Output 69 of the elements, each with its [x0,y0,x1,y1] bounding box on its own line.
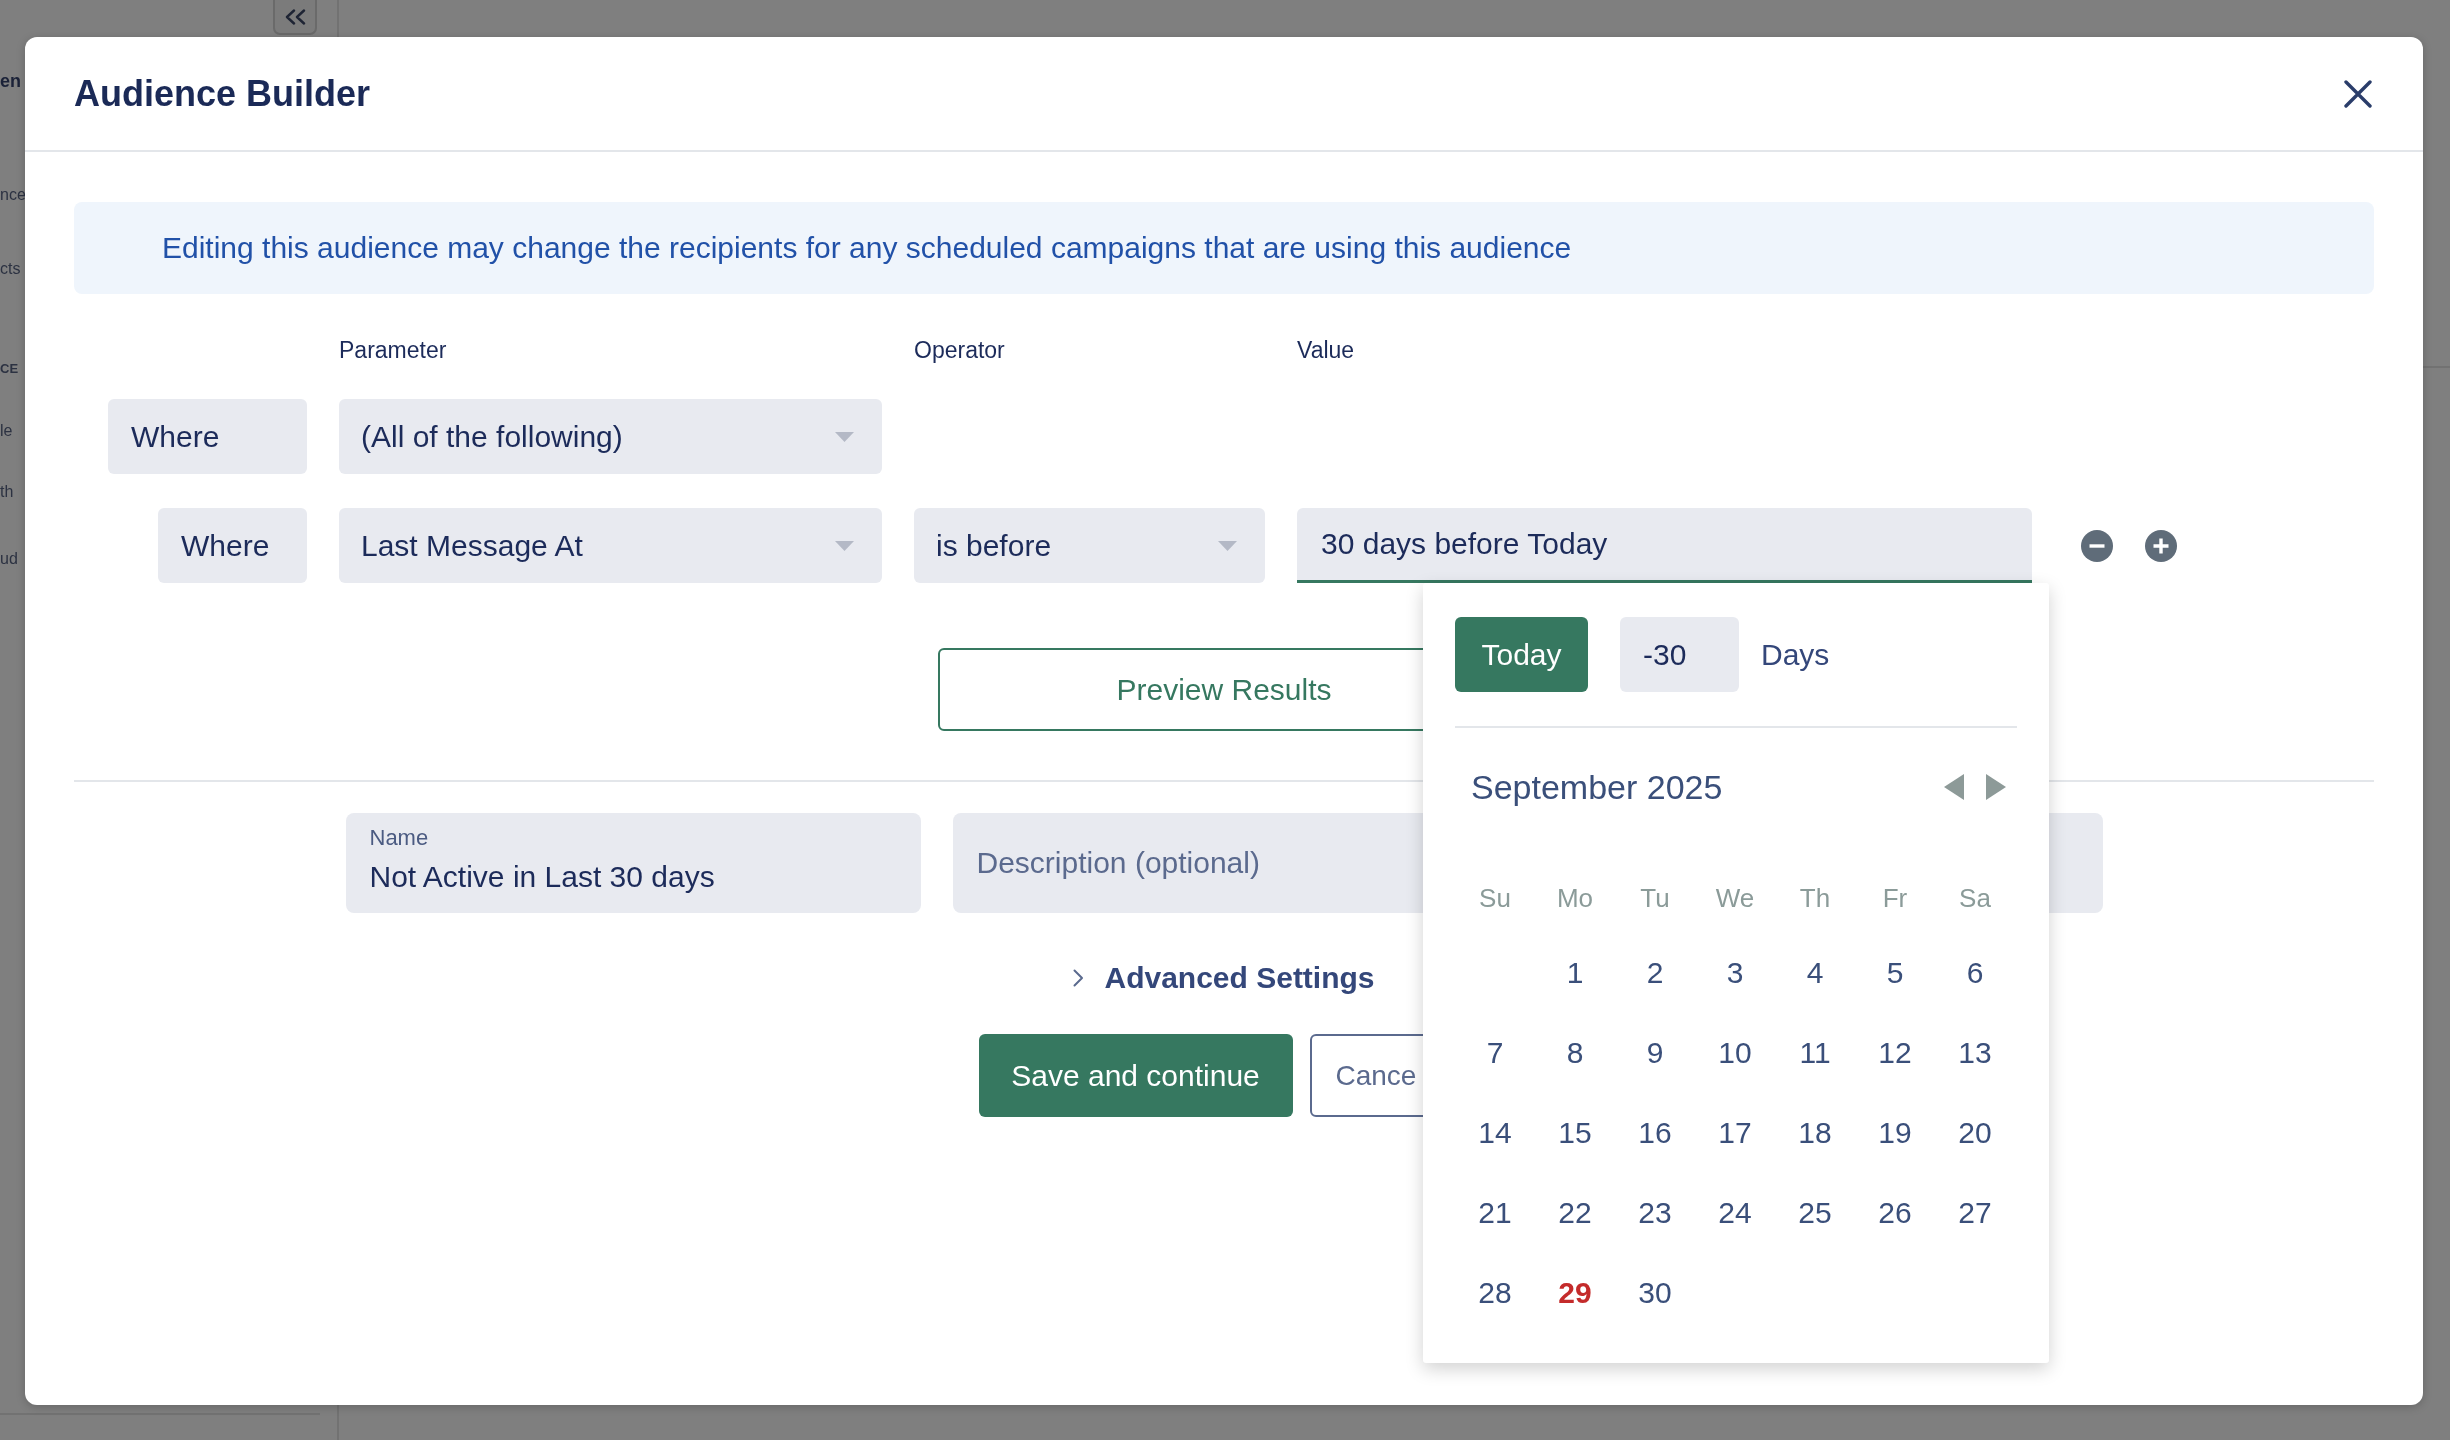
calendar-day[interactable]: 19 [1867,1111,1923,1155]
calendar-day[interactable]: 24 [1707,1191,1763,1235]
calendar-day[interactable]: 13 [1947,1031,2003,1075]
calendar-day[interactable]: 17 [1707,1111,1763,1155]
caret-down-icon [835,540,854,551]
parameter-dropdown[interactable]: (All of the following) [339,399,882,474]
advanced-settings-toggle[interactable]: Advanced Settings [1073,958,1375,998]
calendar-day[interactable]: 29 [1547,1271,1603,1315]
calendar-day[interactable]: 28 [1467,1271,1523,1315]
month-label: September 2025 [1471,767,1723,807]
unit-label: Days [1761,637,1830,672]
save-button[interactable]: Save and continue [978,1034,1293,1117]
calendar-day[interactable]: 4 [1787,951,1843,995]
calendar-day[interactable]: 14 [1467,1111,1523,1155]
calendar-day[interactable]: 3 [1707,951,1763,995]
plus-circle-icon[interactable] [2145,529,2177,562]
calendar-day[interactable]: 12 [1867,1031,1923,1075]
right-triangle-icon[interactable] [1986,774,2006,800]
weekday-label: Su [1479,882,1511,914]
sidebar-heading: en [0,70,21,93]
weekday-label: Fr [1882,882,1908,914]
calendar-day[interactable]: 27 [1947,1191,2003,1235]
calendar-day[interactable]: 1 [1547,951,1603,995]
column-label: Value [1297,336,1355,364]
parameter-dropdown[interactable]: Last Message At [339,508,882,583]
calendar-day[interactable]: 20 [1947,1111,2003,1155]
calendar-day[interactable]: 2 [1627,951,1683,995]
notice-banner: Editing this audience may change the recipients for any scheduled campaigns that are using this audience [74,202,2374,294]
conjunction-label: Where [158,508,307,583]
field-label: Name [369,825,429,851]
calendar-day[interactable]: 22 [1547,1191,1603,1235]
value-field[interactable]: 30 days before Today [1297,508,2032,583]
offset-field[interactable]: -30 [1620,617,1739,692]
close-icon[interactable] [2344,79,2372,108]
calendar-day[interactable]: 11 [1787,1031,1843,1075]
conjunction-label: Where [108,399,307,474]
column-label: Operator [914,336,1005,364]
calendar-day[interactable]: 30 [1627,1271,1683,1315]
calendar-day[interactable]: 10 [1707,1031,1763,1075]
name-input[interactable]: Not Active in Last 30 days [369,859,897,895]
calendar-day[interactable]: 18 [1787,1111,1843,1155]
calendar-day[interactable]: 8 [1547,1031,1603,1075]
calendar-day[interactable]: 21 [1467,1191,1523,1235]
dialog-title: Audience Builder [74,72,371,115]
weekday-label: Sa [1959,882,1991,914]
name-field[interactable]: Name Not Active in Last 30 days [345,813,921,913]
weekday-label: We [1715,882,1755,914]
double-chevron-left-icon [284,8,306,25]
calendar-day[interactable]: 26 [1867,1191,1923,1235]
calendar-day[interactable]: 6 [1947,951,2003,995]
caret-down-icon [835,431,854,442]
calendar-day[interactable]: 23 [1627,1191,1683,1235]
calendar-day[interactable]: 7 [1467,1031,1523,1075]
calendar-day[interactable]: 25 [1787,1191,1843,1235]
sidebar-section-label: CE [0,360,19,378]
calendar-day[interactable]: 5 [1867,951,1923,995]
weekday-label: Tu [1640,882,1670,914]
left-triangle-icon[interactable] [1944,774,1964,800]
collapse-sidebar-button[interactable] [273,0,317,35]
operator-dropdown[interactable]: is before [914,508,1265,583]
calendar-day[interactable]: 16 [1627,1111,1683,1155]
calendar-day[interactable]: 15 [1547,1111,1603,1155]
today-button[interactable]: Today [1455,617,1588,692]
caret-down-icon [1218,540,1237,551]
weekday-label: Th [1799,882,1831,914]
weekday-label: Mo [1556,882,1594,914]
calendar-day[interactable]: 9 [1627,1031,1683,1075]
column-label: Parameter [339,336,447,364]
minus-circle-icon[interactable] [2081,529,2113,562]
